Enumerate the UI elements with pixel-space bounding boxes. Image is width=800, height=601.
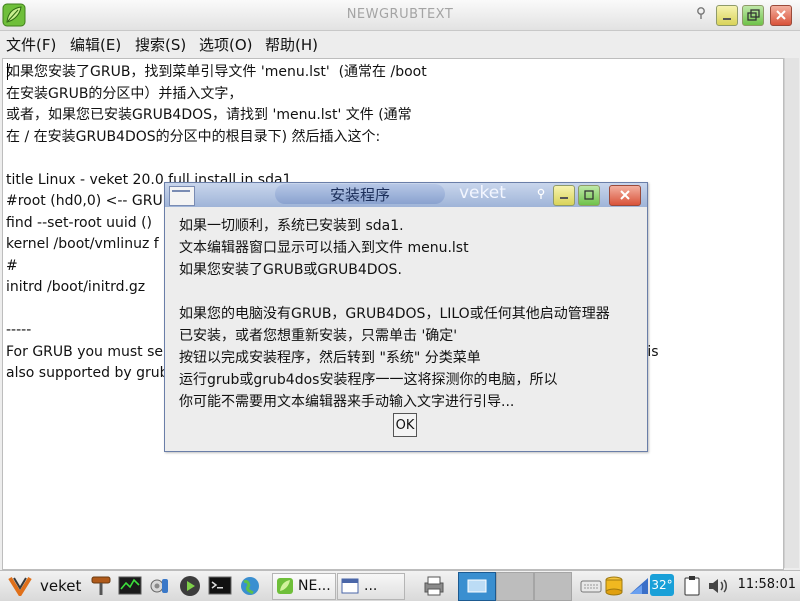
window-title: NEWGRUBTEXT [346,7,454,22]
clipboard-icon[interactable] [682,575,702,597]
web-browser-icon[interactable] [238,575,262,597]
workspace-window-icon [467,579,487,593]
drive-icon[interactable] [604,575,624,597]
printer-icon[interactable] [422,575,446,597]
close-icon [771,6,791,25]
menubar: 文件(F) 编辑(E) 搜索(S) 选项(O) 帮助(H) [0,31,800,57]
dialog-window-icon [341,577,359,595]
menu-options[interactable]: 选项(O) [199,34,253,55]
menu-edit[interactable]: 编辑(E) [70,34,121,55]
pin-icon[interactable] [694,6,708,20]
workspace-1[interactable] [458,572,496,601]
window-controls [716,5,796,26]
window-menu-icon[interactable] [169,186,195,206]
taskbar: veket NE... ... 32° 11:58:01 [0,570,800,601]
ok-button[interactable]: OK [393,413,417,437]
clock[interactable]: 11:58:01 [738,577,796,592]
keyboard-icon[interactable] [580,575,602,597]
close-icon [610,186,640,205]
paint-roller-icon[interactable] [90,575,112,597]
text-caret [7,63,8,80]
taskbar-item-dialog[interactable]: ... [337,573,405,600]
dialog-maximize-button[interactable] [578,185,600,206]
menu-help[interactable]: 帮助(H) [265,34,318,55]
taskbar-item-editor[interactable]: NE... [272,573,336,600]
start-menu-label[interactable]: veket [40,577,81,595]
dialog-message: 如果一切顺利，系统已安装到 sda1. 文本编辑器窗口显示可以插入到文件 men… [179,218,610,410]
installer-dialog: 安装程序 veket 如果一切顺利，系统已安装到 sda1. 文本编辑器窗口显示… [164,182,648,452]
media-player-icon[interactable] [178,575,202,597]
dialog-hostname: veket [459,183,506,203]
workspace-3[interactable] [534,572,572,601]
window-titlebar[interactable]: NEWGRUBTEXT [0,0,800,31]
menu-search[interactable]: 搜索(S) [135,34,186,55]
close-button[interactable] [770,5,792,26]
minimize-button[interactable] [716,5,738,26]
dialog-title: 安装程序 [275,184,445,204]
start-menu-icon[interactable] [8,574,32,596]
maximize-icon [579,186,599,205]
dialog-minimize-button[interactable] [553,185,575,206]
volume-icon[interactable] [706,575,730,597]
restore-icon [743,6,763,25]
minimize-icon [554,186,574,205]
network-signal-icon[interactable] [628,575,650,597]
temperature-badge[interactable]: 32° [650,574,674,596]
menu-file[interactable]: 文件(F) [6,34,56,55]
settings-tools-icon[interactable] [148,575,172,597]
minimize-icon [717,6,737,25]
taskbar-item-label: ... [364,578,378,594]
terminal-icon[interactable] [208,575,232,597]
dialog-titlebar[interactable]: 安装程序 veket [165,183,647,207]
dialog-close-button[interactable] [609,185,641,206]
editor-icon [276,577,294,595]
maximize-button[interactable] [742,5,764,26]
workspace-2[interactable] [496,572,534,601]
taskbar-item-label: NE... [298,578,331,594]
system-monitor-icon[interactable] [118,575,142,597]
pin-icon[interactable] [535,188,547,200]
vertical-scrollbar[interactable] [784,58,799,568]
